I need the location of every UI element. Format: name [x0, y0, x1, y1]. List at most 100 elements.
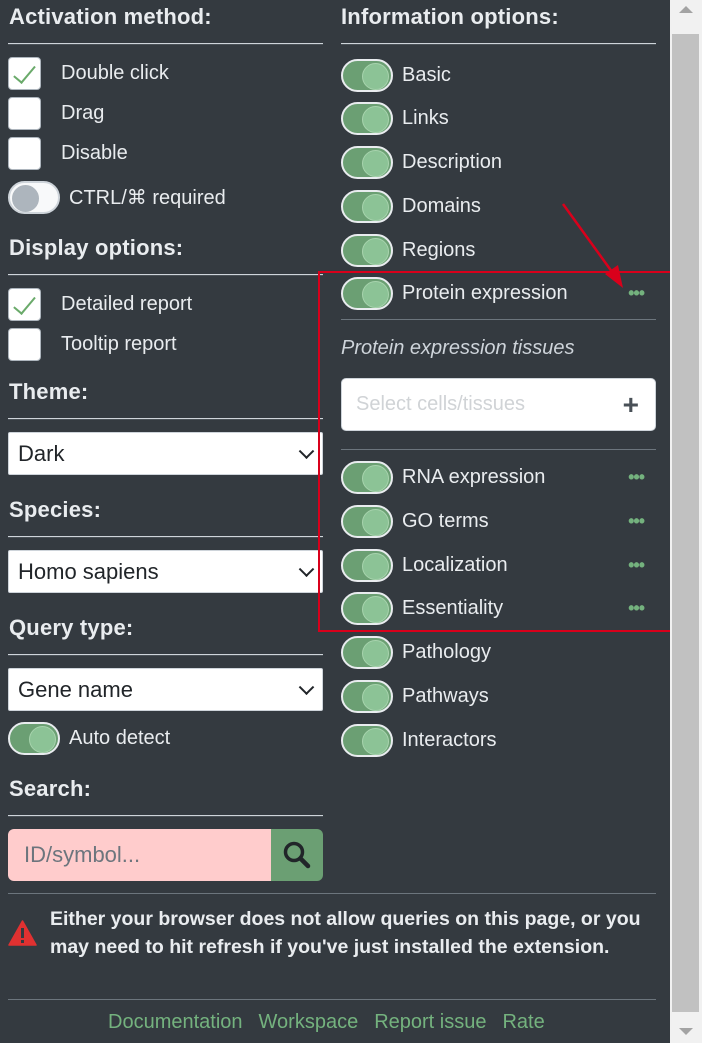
species-select-value: Homo sapiens — [18, 558, 159, 584]
info-option-interactors[interactable]: Interactors — [341, 722, 656, 758]
more-options-icon[interactable]: ••• — [628, 598, 645, 619]
info-option-go-terms[interactable]: GO terms ••• — [341, 503, 656, 539]
chevron-down-icon — [298, 678, 315, 695]
info-option-pathways[interactable]: Pathways — [341, 678, 656, 714]
theme-heading: Theme: — [9, 379, 89, 404]
disable-option[interactable]: Disable — [8, 135, 128, 171]
regions-toggle[interactable] — [341, 233, 393, 267]
search-icon — [283, 841, 311, 869]
domains-toggle[interactable] — [341, 189, 393, 223]
protein-expression-toggle[interactable] — [341, 276, 393, 310]
footer-links: Documentation Workspace Report issue Rat… — [108, 1011, 561, 1034]
report-issue-link[interactable]: Report issue — [374, 1011, 486, 1034]
protein-expression-label: Protein expression — [402, 281, 568, 304]
info-option-links[interactable]: Links — [341, 100, 656, 136]
search-rule — [8, 815, 323, 817]
chevron-down-icon — [298, 560, 315, 577]
search-placeholder: ID/symbol... — [24, 842, 141, 867]
warning-icon — [8, 920, 37, 946]
basic-label: Basic — [402, 63, 451, 86]
tooltip-report-checkbox[interactable] — [8, 327, 41, 361]
regions-label: Regions — [402, 238, 476, 261]
information-options-heading: Information options: — [341, 4, 559, 29]
warning-divider-bottom — [8, 999, 656, 1000]
species-select[interactable]: Homo sapiens — [8, 550, 323, 593]
theme-select[interactable]: Dark — [8, 432, 323, 475]
disable-label: Disable — [61, 141, 128, 164]
tissues-divider — [341, 449, 656, 450]
warning-text: Either your browser does not allow queri… — [50, 908, 641, 958]
ctrl-required-toggle[interactable] — [8, 180, 60, 214]
description-toggle[interactable] — [341, 145, 393, 179]
search-button[interactable] — [271, 829, 323, 881]
more-options-icon[interactable]: ••• — [628, 283, 645, 304]
search-heading: Search: — [9, 776, 92, 801]
rna-expression-toggle[interactable] — [341, 460, 393, 494]
query-type-heading: Query type: — [9, 615, 134, 640]
display-options-heading: Display options: — [9, 235, 184, 260]
warning-message: Either your browser does not allow queri… — [8, 905, 653, 961]
info-option-basic[interactable]: Basic — [341, 57, 656, 93]
plus-icon[interactable]: + — [623, 389, 639, 421]
ctrl-required-option[interactable]: CTRL/⌘ required — [8, 179, 226, 215]
tooltip-report-label: Tooltip report — [61, 332, 177, 355]
drag-checkbox[interactable] — [8, 96, 41, 130]
disable-checkbox[interactable] — [8, 136, 41, 170]
rna-expression-label: RNA expression — [402, 465, 546, 488]
links-toggle[interactable] — [341, 101, 393, 135]
query-type-rule — [8, 654, 323, 656]
go-terms-toggle[interactable] — [341, 504, 393, 538]
detailed-report-checkbox[interactable] — [8, 287, 41, 321]
tissue-select-placeholder: Select cells/tissues — [356, 393, 525, 415]
go-terms-label: GO terms — [402, 509, 489, 532]
more-options-icon[interactable]: ••• — [628, 511, 645, 532]
tissue-select-input[interactable]: Select cells/tissues + — [341, 378, 656, 431]
vertical-scrollbar[interactable] — [670, 0, 702, 1043]
search-group: ID/symbol... — [8, 829, 323, 881]
query-type-select[interactable]: Gene name — [8, 668, 323, 711]
search-input[interactable]: ID/symbol... — [8, 829, 271, 881]
chevron-down-icon — [298, 442, 315, 459]
basic-toggle[interactable] — [341, 58, 393, 92]
scroll-down-icon[interactable] — [679, 1028, 693, 1035]
scrollbar-thumb[interactable] — [672, 34, 699, 1012]
essentiality-toggle[interactable] — [341, 591, 393, 625]
workspace-link[interactable]: Workspace — [259, 1011, 359, 1034]
pathology-toggle[interactable] — [341, 635, 393, 669]
more-options-icon[interactable]: ••• — [628, 467, 645, 488]
double-click-checkbox[interactable] — [8, 56, 41, 90]
rate-link[interactable]: Rate — [502, 1011, 544, 1034]
tooltip-report-option[interactable]: Tooltip report — [8, 326, 177, 362]
info-option-description[interactable]: Description — [341, 144, 656, 180]
info-option-localization[interactable]: Localization ••• — [341, 547, 656, 583]
drag-option[interactable]: Drag — [8, 95, 104, 131]
info-option-essentiality[interactable]: Essentiality ••• — [341, 590, 656, 626]
interactors-toggle[interactable] — [341, 723, 393, 757]
protein-expression-tissues-title: Protein expression tissues — [341, 337, 575, 359]
localization-toggle[interactable] — [341, 548, 393, 582]
info-option-pathology[interactable]: Pathology — [341, 634, 656, 670]
links-label: Links — [402, 106, 449, 129]
annotation-arrow-icon — [561, 203, 623, 288]
auto-detect-label: Auto detect — [69, 726, 171, 749]
info-option-rna-expression[interactable]: RNA expression ••• — [341, 459, 656, 495]
description-label: Description — [402, 150, 503, 173]
scroll-up-icon[interactable] — [679, 6, 693, 13]
documentation-link[interactable]: Documentation — [108, 1011, 243, 1034]
activation-rule — [8, 43, 323, 45]
more-options-icon[interactable]: ••• — [628, 555, 645, 576]
display-rule — [8, 274, 323, 276]
theme-select-value: Dark — [18, 440, 65, 466]
theme-rule — [8, 418, 323, 420]
species-heading: Species: — [9, 497, 102, 522]
pathways-label: Pathways — [402, 684, 489, 707]
detailed-report-option[interactable]: Detailed report — [8, 286, 192, 322]
ctrl-required-label: CTRL/⌘ required — [69, 186, 226, 209]
pathology-label: Pathology — [402, 640, 491, 663]
auto-detect-toggle[interactable] — [8, 721, 60, 755]
pathways-toggle[interactable] — [341, 679, 393, 713]
double-click-option[interactable]: Double click — [8, 55, 169, 91]
auto-detect-option[interactable]: Auto detect — [8, 720, 170, 756]
localization-label: Localization — [402, 553, 508, 576]
species-rule — [8, 536, 323, 538]
